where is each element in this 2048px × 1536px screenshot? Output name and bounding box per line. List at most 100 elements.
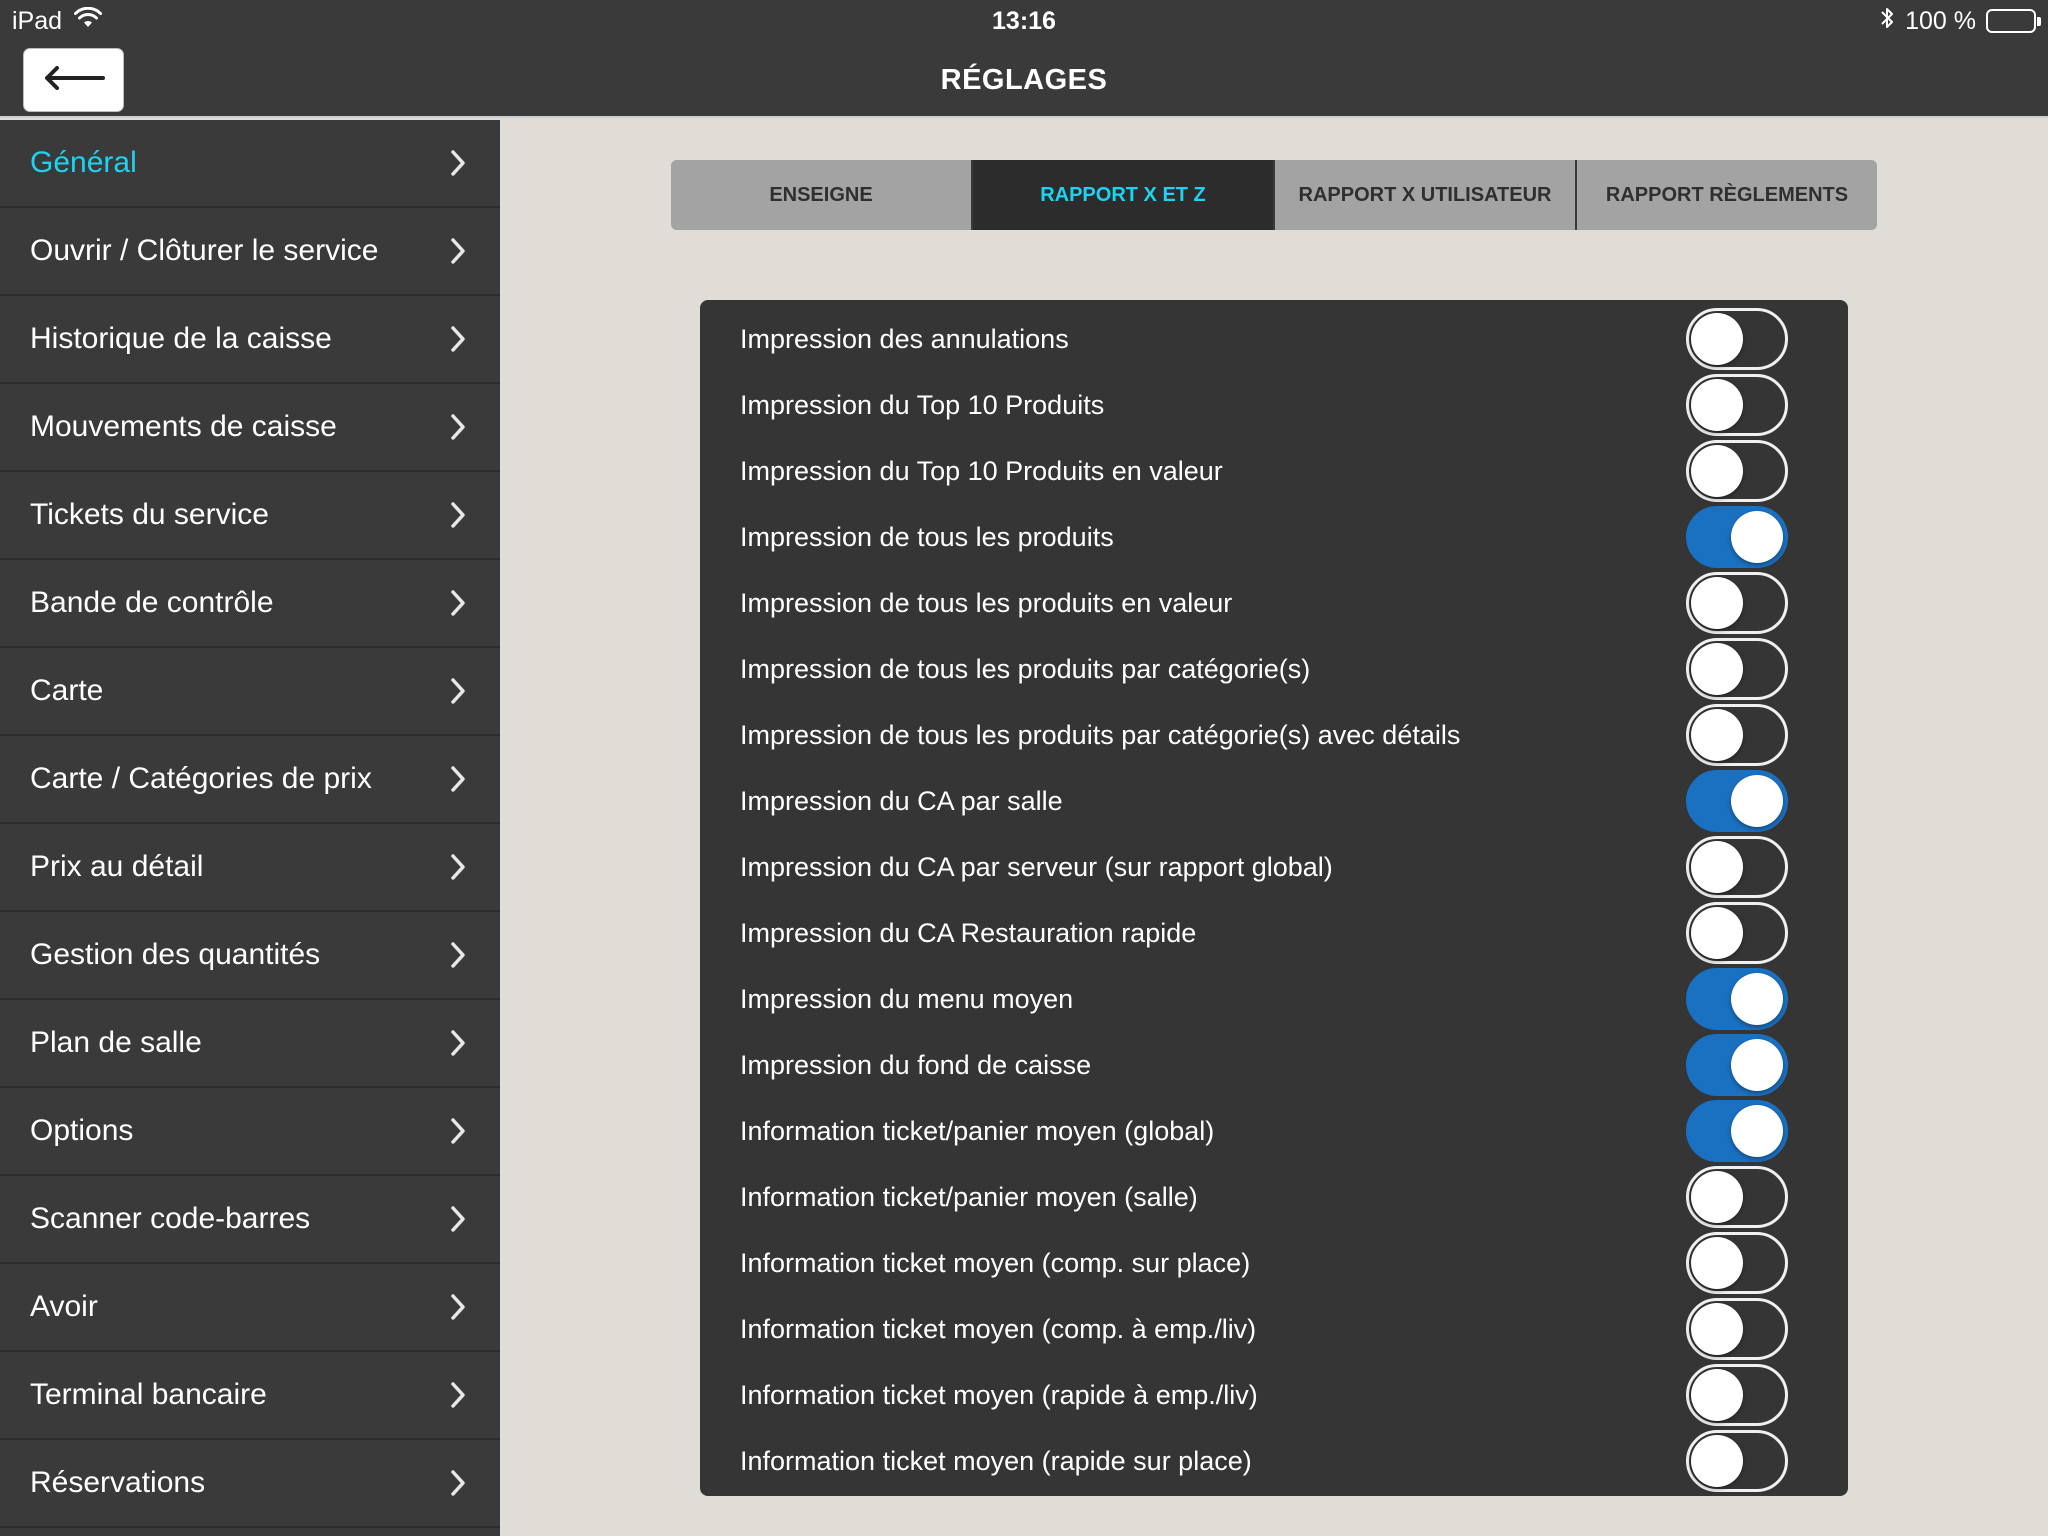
- toggle-knob: [1731, 1039, 1783, 1091]
- settings-panel: Impression des annulations Impression du …: [700, 300, 1848, 1496]
- sidebar-menu: Général Ouvrir / Clôturer le service Histo…: [0, 120, 500, 1536]
- battery-percent: 100 %: [1905, 6, 1976, 35]
- chevron-right-icon: [446, 676, 470, 706]
- sidebar-item-scanner-code-barres[interactable]: Scanner code-barres: [0, 1176, 500, 1264]
- setting-row: Impression du CA Restauration rapide: [700, 900, 1848, 966]
- sidebar-item-label: Ouvrir / Clôturer le service: [30, 234, 379, 267]
- setting-row: Impression du fond de caisse: [700, 1032, 1848, 1098]
- sidebar-item-tickets-du-service[interactable]: Tickets du service: [0, 472, 500, 560]
- setting-toggle[interactable]: [1686, 638, 1788, 700]
- sidebar-item-ouvrir-cloturer-le-service[interactable]: Ouvrir / Clôturer le service: [0, 208, 500, 296]
- sidebar-item-carte[interactable]: Carte: [0, 648, 500, 736]
- chevron-right-icon: [446, 324, 470, 354]
- setting-toggle[interactable]: [1686, 1298, 1788, 1360]
- sidebar-item-prix-au-detail[interactable]: Prix au détail: [0, 824, 500, 912]
- tab-enseigne[interactable]: ENSEIGNE: [671, 160, 973, 230]
- toggle-knob: [1691, 709, 1743, 761]
- chevron-right-icon: [446, 588, 470, 618]
- chevron-right-icon: [446, 236, 470, 266]
- chevron-right-icon: [446, 412, 470, 442]
- sidebar-item-terminal-bancaire[interactable]: Terminal bancaire: [0, 1352, 500, 1440]
- toggle-knob: [1691, 313, 1743, 365]
- setting-toggle[interactable]: [1686, 836, 1788, 898]
- tab-rapport-x-utilisateur[interactable]: RAPPORT X UTILISATEUR: [1275, 160, 1577, 230]
- setting-toggle[interactable]: [1686, 1232, 1788, 1294]
- sidebar-item-label: Scanner code-barres: [30, 1202, 311, 1235]
- setting-toggle[interactable]: [1686, 572, 1788, 634]
- sidebar-item-label: Options: [30, 1114, 134, 1147]
- setting-toggle[interactable]: [1686, 902, 1788, 964]
- setting-toggle[interactable]: [1686, 506, 1788, 568]
- toggle-knob: [1691, 379, 1743, 431]
- page-title: RÉGLAGES: [940, 64, 1108, 96]
- chevron-right-icon: [446, 1204, 470, 1234]
- setting-label: Impression du Top 10 Produits: [740, 389, 1105, 420]
- chevron-right-icon: [446, 1380, 470, 1410]
- sidebar-item-avoir[interactable]: Avoir: [0, 1264, 500, 1352]
- setting-row: Information ticket/panier moyen (salle): [700, 1164, 1848, 1230]
- setting-row: Impression de tous les produits par caté…: [700, 702, 1848, 768]
- tab-rapport-reglements[interactable]: RAPPORT RÈGLEMENTS: [1577, 160, 1877, 230]
- setting-label: Information ticket moyen (rapide à emp./…: [740, 1379, 1258, 1410]
- setting-label: Information ticket/panier moyen (global): [740, 1115, 1215, 1146]
- chevron-right-icon: [446, 852, 470, 882]
- sidebar-item-label: Terminal bancaire: [30, 1378, 267, 1411]
- sidebar-item-label: Plan de salle: [30, 1026, 202, 1059]
- top-bar: iPad 13:16 100 % RÉGLAGES: [0, 0, 2048, 118]
- tab-rapport-x-et-z[interactable]: RAPPORT X ET Z: [973, 160, 1275, 230]
- sidebar-item-reservations[interactable]: Réservations: [0, 1440, 500, 1528]
- sidebar-item-general[interactable]: Général: [0, 120, 500, 208]
- setting-label: Impression du CA Restauration rapide: [740, 917, 1197, 948]
- sidebar-item-bande-de-controle[interactable]: Bande de contrôle: [0, 560, 500, 648]
- toggle-knob: [1691, 577, 1743, 629]
- setting-row: Impression de tous les produits en valeu…: [700, 570, 1848, 636]
- chevron-right-icon: [446, 1468, 470, 1498]
- setting-toggle[interactable]: [1686, 1166, 1788, 1228]
- setting-label: Information ticket moyen (rapide sur pla…: [740, 1445, 1252, 1476]
- toggle-knob: [1691, 1237, 1743, 1289]
- sidebar-item-label: Carte / Catégories de prix: [30, 762, 372, 795]
- setting-label: Impression du CA par salle: [740, 785, 1063, 816]
- status-bar-right: 100 %: [1879, 6, 2041, 37]
- toggle-knob: [1691, 445, 1743, 497]
- chevron-right-icon: [446, 1028, 470, 1058]
- toggle-knob: [1731, 511, 1783, 563]
- setting-row: Impression du Top 10 Produits: [700, 372, 1848, 438]
- bluetooth-icon: [1879, 6, 1895, 37]
- setting-toggle[interactable]: [1686, 1100, 1788, 1162]
- sidebar-item-mouvements-de-caisse[interactable]: Mouvements de caisse: [0, 384, 500, 472]
- setting-row: Information ticket moyen (rapide sur pla…: [700, 1428, 1848, 1494]
- setting-label: Impression des annulations: [740, 323, 1069, 354]
- sidebar-item-historique-de-la-caisse[interactable]: Historique de la caisse: [0, 296, 500, 384]
- setting-toggle[interactable]: [1686, 308, 1788, 370]
- setting-label: Information ticket moyen (comp. à emp./l…: [740, 1313, 1257, 1344]
- setting-toggle[interactable]: [1686, 1034, 1788, 1096]
- setting-toggle[interactable]: [1686, 374, 1788, 436]
- setting-row: Impression de tous les produits par caté…: [700, 636, 1848, 702]
- setting-toggle[interactable]: [1686, 1364, 1788, 1426]
- setting-toggle[interactable]: [1686, 968, 1788, 1030]
- chevron-right-icon: [446, 148, 470, 178]
- setting-toggle[interactable]: [1686, 770, 1788, 832]
- chevron-right-icon: [446, 1292, 470, 1322]
- sidebar-item-plan-de-salle[interactable]: Plan de salle: [0, 1000, 500, 1088]
- setting-toggle[interactable]: [1686, 440, 1788, 502]
- setting-label: Impression du fond de caisse: [740, 1049, 1092, 1080]
- setting-label: Impression du menu moyen: [740, 983, 1074, 1014]
- report-tabs: ENSEIGNE RAPPORT X ET Z RAPPORT X UTILISAT…: [671, 160, 1877, 230]
- setting-toggle[interactable]: [1686, 1430, 1788, 1492]
- setting-toggle[interactable]: [1686, 704, 1788, 766]
- sidebar-item-gestion-des-quantites[interactable]: Gestion des quantités: [0, 912, 500, 1000]
- setting-row: Information ticket moyen (comp. sur plac…: [700, 1230, 1848, 1296]
- setting-label: Impression de tous les produits par caté…: [740, 653, 1311, 684]
- setting-row: Impression des annulations: [700, 306, 1848, 372]
- sidebar-item-carte-categories-de-prix[interactable]: Carte / Catégories de prix: [0, 736, 500, 824]
- chevron-right-icon: [446, 940, 470, 970]
- setting-row: Impression du menu moyen: [700, 966, 1848, 1032]
- chevron-right-icon: [446, 764, 470, 794]
- sidebar-item-label: Carte: [30, 674, 104, 707]
- sidebar-item-label: Bande de contrôle: [30, 586, 274, 619]
- sidebar-item-label: Général: [30, 146, 137, 179]
- toggle-knob: [1691, 1303, 1743, 1355]
- sidebar-item-options[interactable]: Options: [0, 1088, 500, 1176]
